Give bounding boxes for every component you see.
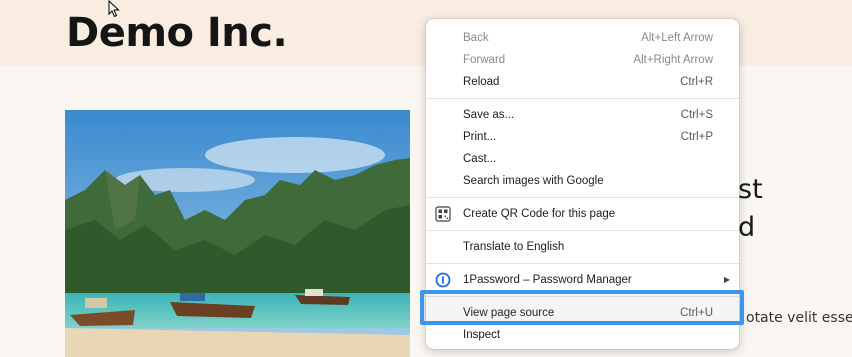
- page-heading-fragment: d: [738, 212, 756, 243]
- menu-item-shortcut: Ctrl+P: [680, 131, 713, 143]
- page-heading-fragment: st: [738, 174, 763, 205]
- menu-item-inspect[interactable]: Inspect: [426, 324, 739, 346]
- highlight-box: [420, 290, 744, 325]
- menu-item-label: Cast...: [463, 153, 497, 165]
- submenu-arrow-icon: ▶: [723, 275, 730, 284]
- site-title[interactable]: Demo Inc.: [66, 10, 288, 56]
- menu-separator: [426, 197, 739, 198]
- menu-item-label: Create QR Code for this page: [463, 208, 616, 220]
- menu-item-reload[interactable]: Reload Ctrl+R: [426, 71, 739, 93]
- menu-item-label: Back: [463, 32, 489, 44]
- menu-item-back[interactable]: Back Alt+Left Arrow: [426, 27, 739, 49]
- menu-separator: [426, 98, 739, 99]
- menu-item-1password[interactable]: 1Password – Password Manager ▶: [426, 269, 739, 291]
- 1password-icon: [435, 272, 451, 288]
- menu-separator: [426, 263, 739, 264]
- menu-item-label: Inspect: [463, 329, 501, 341]
- menu-item-shortcut: Alt+Right Arrow: [633, 54, 713, 66]
- menu-item-translate[interactable]: Translate to English: [426, 236, 739, 258]
- menu-item-save-as[interactable]: Save as... Ctrl+S: [426, 104, 739, 126]
- menu-item-label: Forward: [463, 54, 506, 66]
- menu-item-shortcut: Ctrl+S: [680, 109, 713, 121]
- menu-item-label: Print...: [463, 131, 497, 143]
- menu-item-label: Search images with Google: [463, 175, 604, 187]
- menu-item-cast[interactable]: Cast...: [426, 148, 739, 170]
- menu-item-label: Reload: [463, 76, 500, 88]
- mouse-cursor-icon: [108, 0, 120, 18]
- qr-code-icon: [435, 206, 451, 222]
- menu-item-label: Save as...: [463, 109, 515, 121]
- page-body-text: otate velit esse c: [746, 310, 852, 326]
- menu-item-shortcut: Ctrl+R: [680, 76, 713, 88]
- menu-item-create-qr-code[interactable]: Create QR Code for this page: [426, 203, 739, 225]
- menu-item-shortcut: Alt+Left Arrow: [641, 32, 713, 44]
- menu-item-search-images[interactable]: Search images with Google: [426, 170, 739, 192]
- menu-item-forward[interactable]: Forward Alt+Right Arrow: [426, 49, 739, 71]
- hero-image: [65, 110, 410, 357]
- menu-item-print[interactable]: Print... Ctrl+P: [426, 126, 739, 148]
- menu-separator: [426, 230, 739, 231]
- menu-item-label: 1Password – Password Manager: [463, 274, 632, 286]
- menu-item-label: Translate to English: [463, 241, 565, 253]
